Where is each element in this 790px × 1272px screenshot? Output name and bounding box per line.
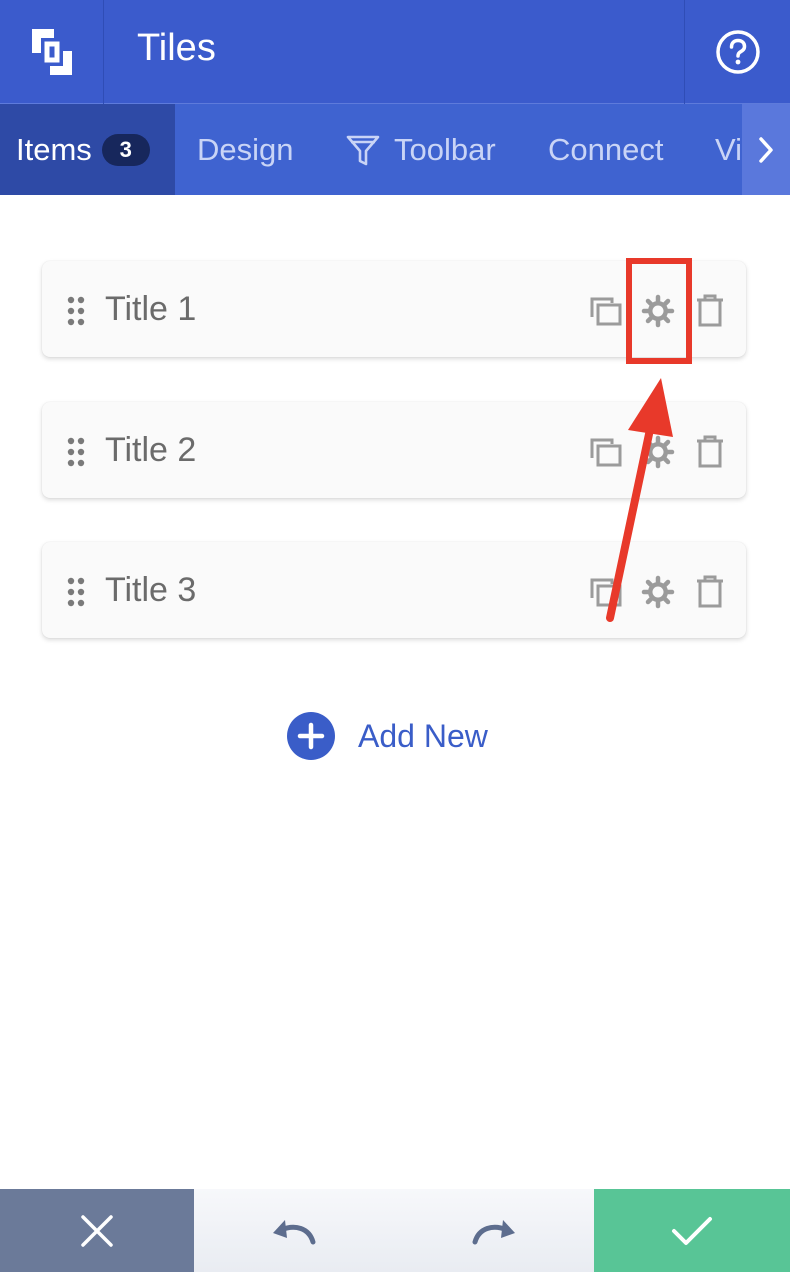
duplicate-button[interactable] — [588, 293, 624, 329]
tab-connect[interactable]: Connect — [548, 104, 663, 195]
app-title: Tiles — [137, 27, 216, 69]
trash-icon — [697, 575, 723, 608]
item-title: Title 2 — [105, 431, 197, 469]
close-icon — [81, 1214, 113, 1247]
app-header: Tiles — [0, 0, 790, 104]
cancel-button[interactable] — [0, 1189, 194, 1272]
delete-button[interactable] — [692, 434, 728, 470]
trash-icon — [697, 294, 723, 327]
item-title: Title 1 — [105, 290, 197, 328]
undo-icon — [273, 1220, 316, 1245]
tab-connect-label: Connect — [548, 131, 664, 167]
add-new-button[interactable]: Add New — [287, 712, 488, 760]
plus-circle-icon — [287, 712, 335, 760]
check-icon — [672, 1216, 712, 1245]
redo-icon — [472, 1220, 515, 1245]
brand-logo-icon — [31, 29, 72, 75]
duplicate-icon — [590, 578, 622, 607]
annotation-highlight-box — [626, 258, 692, 364]
undo-button[interactable] — [270, 1211, 318, 1251]
tab-toolbar[interactable]: Toolbar — [346, 104, 496, 195]
drag-handle-icon[interactable] — [66, 577, 86, 607]
list-item[interactable]: Title 2 — [42, 402, 746, 498]
tabs-scroll-right-button[interactable] — [742, 104, 790, 195]
tab-design-label: Design — [197, 131, 294, 167]
tab-items-label: Items — [16, 131, 92, 167]
drag-handle-icon[interactable] — [66, 296, 86, 326]
delete-button[interactable] — [692, 293, 728, 329]
tab-design[interactable]: Design — [197, 104, 294, 195]
settings-button[interactable] — [640, 574, 676, 610]
footer-bar — [0, 1189, 790, 1272]
help-button[interactable] — [684, 0, 790, 104]
item-title: Title 3 — [105, 571, 197, 609]
history-controls — [194, 1189, 594, 1272]
drag-handle-icon[interactable] — [66, 437, 86, 467]
settings-button[interactable] — [640, 434, 676, 470]
duplicate-button[interactable] — [588, 434, 624, 470]
duplicate-icon — [590, 297, 622, 326]
tab-bar: Items 3 Design Toolbar Connect Vi — [0, 104, 790, 195]
redo-button[interactable] — [470, 1211, 518, 1251]
duplicate-button[interactable] — [588, 574, 624, 610]
logo[interactable] — [0, 0, 104, 104]
tab-toolbar-label: Toolbar — [394, 131, 496, 167]
filter-icon — [346, 135, 380, 165]
tab-items[interactable]: Items 3 — [0, 104, 175, 195]
trash-icon — [697, 435, 723, 468]
gear-icon — [641, 575, 675, 609]
chevron-right-icon — [759, 136, 773, 163]
confirm-button[interactable] — [594, 1189, 790, 1272]
list-item[interactable]: Title 3 — [42, 542, 746, 638]
gear-icon — [641, 435, 675, 469]
duplicate-icon — [590, 438, 622, 467]
add-new-label: Add New — [358, 717, 488, 754]
delete-button[interactable] — [692, 574, 728, 610]
tab-vi[interactable]: Vi — [715, 104, 742, 195]
help-icon — [715, 30, 760, 74]
items-count-badge: 3 — [101, 133, 150, 166]
tab-vi-label: Vi — [715, 131, 743, 167]
